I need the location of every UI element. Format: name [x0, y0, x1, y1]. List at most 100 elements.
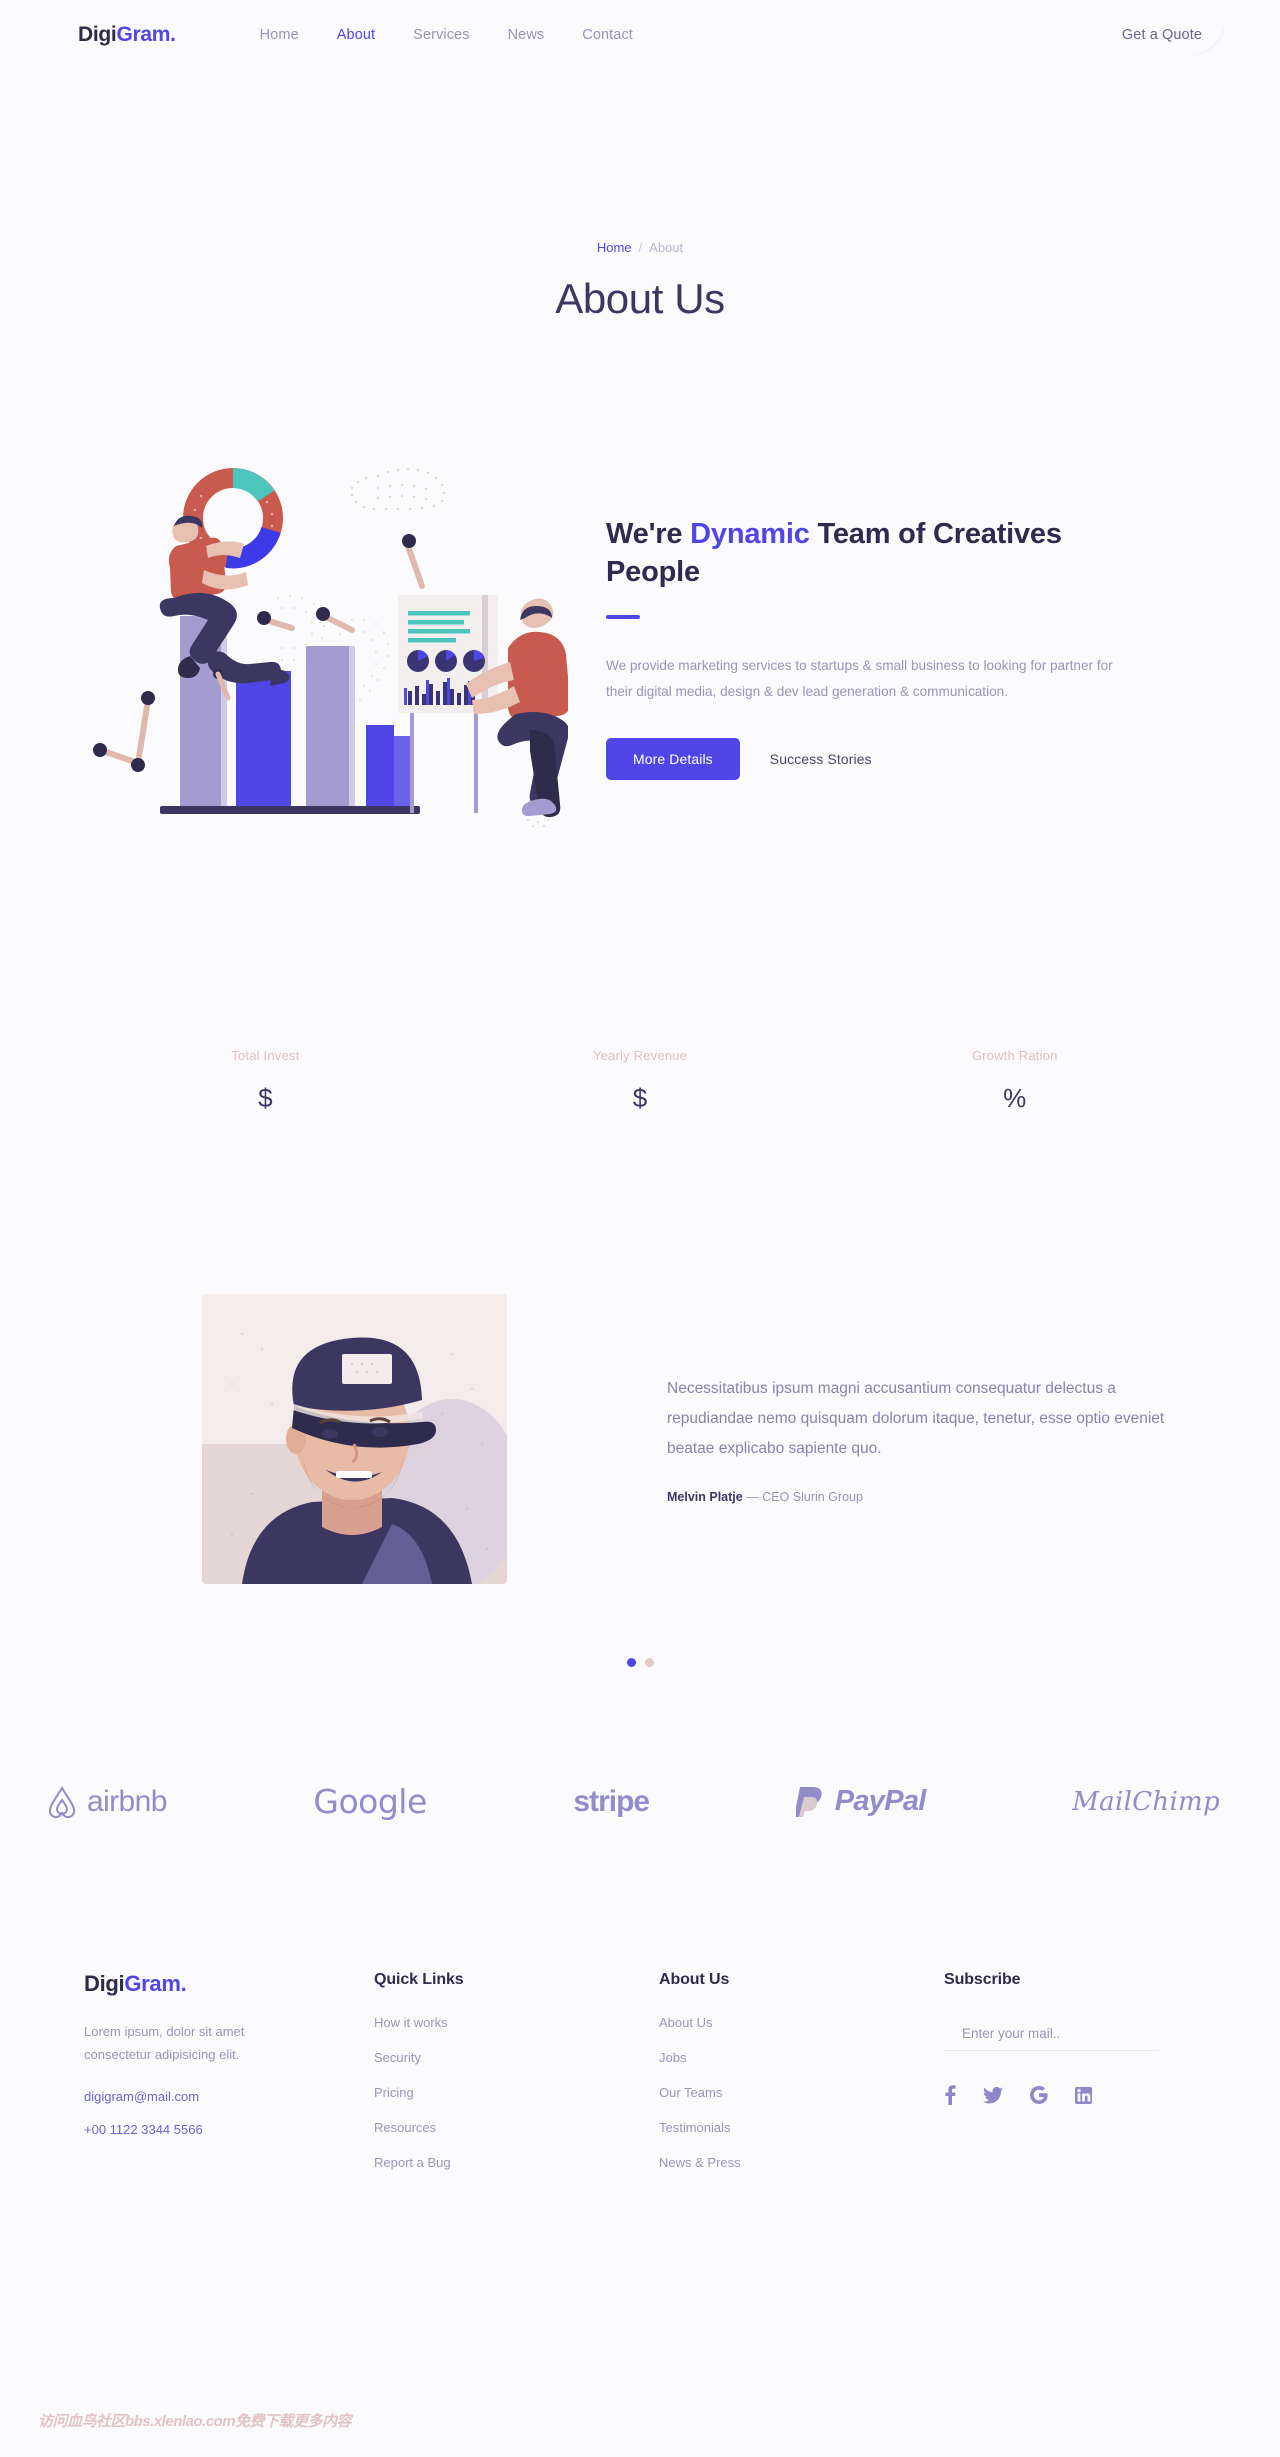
list-item: Pricing	[374, 2084, 659, 2102]
nav-item-about[interactable]: About	[337, 27, 375, 43]
page-title: About Us	[555, 275, 725, 322]
list-item: Testimonials	[659, 2119, 944, 2137]
header-actions: Get a Quote	[1122, 27, 1225, 56]
footer-link-report-a-bug[interactable]: Report a Bug	[374, 2155, 451, 2170]
footer-about-column: About Us About Us Jobs Our Teams Testimo…	[659, 1971, 944, 2189]
footer-social-links	[944, 2085, 1194, 2105]
nav-item-news[interactable]: News	[508, 27, 545, 43]
list-item: Report a Bug	[374, 2154, 659, 2172]
watermark-text: 访问血鸟社区bbs.xlenlao.com免费下载更多内容	[38, 2413, 352, 2430]
hero-title: We're Dynamic Team of Creatives People	[606, 516, 1130, 590]
list-item: Security	[374, 2049, 659, 2067]
list-item: Resources	[374, 2119, 659, 2137]
testimonial-body: Necessitatibus ipsum magni accusantium c…	[527, 1374, 1202, 1505]
footer-logo[interactable]: DigiGram.	[84, 1971, 374, 1997]
list-item: Jobs	[659, 2049, 944, 2067]
linkedin-icon[interactable]	[1075, 2086, 1092, 2104]
nav-item-home[interactable]: Home	[260, 27, 299, 43]
stat-label: Yearly Revenue	[592, 1048, 688, 1063]
page-root: DigiGram. Home About Services News Conta…	[0, 0, 1280, 2430]
footer-link-security[interactable]: Security	[374, 2050, 421, 2065]
more-details-button[interactable]: More Details	[606, 737, 740, 780]
footer-link-our-teams[interactable]: Our Teams	[659, 2085, 722, 2100]
hero-actions: More Details Success Stories	[606, 737, 1130, 780]
footer-link-jobs[interactable]: Jobs	[659, 2050, 686, 2065]
footer-quick-links-column: Quick Links How it works Security Pricin…	[374, 1971, 659, 2189]
main-navigation: Home About Services News Contact	[260, 27, 633, 43]
facebook-icon[interactable]	[944, 2085, 956, 2105]
hero-title-accent: Dynamic	[690, 518, 810, 551]
list-item: News & Press	[659, 2154, 944, 2172]
testimonial-quote: Necessitatibus ipsum magni accusantium c…	[667, 1379, 1165, 1458]
breadcrumb-home[interactable]: Home	[597, 240, 632, 255]
portrait-photo	[202, 1294, 507, 1584]
footer-description: Lorem ipsum, dolor sit amet consectetur …	[84, 2024, 245, 2062]
decorative-swirl-icon	[1193, 28, 1225, 56]
footer-link-resources[interactable]: Resources	[374, 2120, 436, 2135]
carousel-dot-2[interactable]	[644, 1658, 654, 1667]
footer-link-news-press[interactable]: News & Press	[659, 2155, 741, 2170]
brand-logos-row: airbnb Google stripe PayPal MailChimp	[0, 1667, 1280, 1821]
brand-label: airbnb	[87, 1784, 167, 1818]
stat-label: Growth Ration	[971, 1048, 1058, 1063]
stat-growth-ration: Growth Ration %	[827, 1048, 1202, 1114]
hero-section: We're Dynamic Team of Creatives People W…	[0, 323, 1280, 848]
airbnb-icon	[48, 1785, 76, 1818]
paypal-icon	[795, 1786, 822, 1817]
stat-yearly-revenue: Yearly Revenue $	[453, 1048, 828, 1114]
footer-link-how-it-works[interactable]: How it works	[374, 2015, 448, 2030]
footer-subscribe-column: Subscribe	[944, 1971, 1194, 2189]
logo-prefix: Digi	[78, 23, 117, 46]
logo-accent: Gram.	[116, 23, 176, 46]
brand-paypal: PayPal	[795, 1785, 927, 1819]
footer-about-heading: About Us	[659, 1971, 730, 1988]
footer-about-list: About Us Jobs Our Teams Testimonials New…	[659, 2014, 944, 2172]
stat-value: $	[258, 1083, 273, 1113]
site-footer: DigiGram. Lorem ipsum, dolor sit amet co…	[0, 1821, 1280, 2189]
google-icon[interactable]	[1030, 2086, 1048, 2104]
hero-divider	[606, 614, 640, 619]
site-logo[interactable]: DigiGram.	[78, 23, 176, 47]
stat-value: $	[632, 1083, 648, 1113]
footer-email[interactable]: digigram@mail.com	[84, 2089, 374, 2104]
brand-mailchimp: MailChimp	[1072, 1786, 1220, 1817]
footer-logo-prefix: Digi	[84, 1971, 125, 1996]
nav-item-contact[interactable]: Contact	[582, 27, 633, 43]
hero-title-part1: We're	[606, 518, 691, 551]
brand-google: Google	[313, 1782, 427, 1821]
carousel-dot-1[interactable]	[626, 1658, 636, 1667]
success-stories-button[interactable]: Success Stories	[770, 751, 872, 767]
footer-brand-column: DigiGram. Lorem ipsum, dolor sit amet co…	[84, 1971, 374, 2189]
breadcrumb-current: About	[649, 240, 684, 255]
testimonial-avatar	[202, 1294, 507, 1584]
stats-section: Total Invest $ Yearly Revenue $ Growth R…	[0, 848, 1280, 1114]
list-item: About Us	[659, 2014, 944, 2032]
stat-label: Total Invest	[231, 1048, 300, 1063]
breadcrumb-separator: /	[638, 240, 643, 255]
testimonial-author-name: Melvin Platje	[667, 1490, 743, 1505]
stat-total-invest: Total Invest $	[78, 1048, 453, 1114]
nav-item-services[interactable]: Services	[413, 27, 469, 43]
hero-illustration	[78, 448, 571, 848]
subscribe-email-input[interactable]	[944, 2022, 1159, 2051]
footer-link-testimonials[interactable]: Testimonials	[659, 2120, 731, 2135]
footer-logo-accent: Gram.	[124, 1971, 187, 1996]
brand-stripe: stripe	[573, 1784, 650, 1818]
list-item: How it works	[374, 2014, 659, 2032]
site-header: DigiGram. Home About Services News Conta…	[0, 0, 1280, 70]
footer-link-pricing[interactable]: Pricing	[374, 2085, 414, 2100]
hero-copy: We're Dynamic Team of Creatives People W…	[590, 516, 1130, 780]
twitter-icon[interactable]	[983, 2086, 1003, 2104]
data-analytics-illustration	[93, 467, 571, 827]
footer-link-about-us[interactable]: About Us	[659, 2015, 712, 2030]
brand-airbnb: airbnb	[46, 1785, 167, 1819]
brand-label: PayPal	[834, 1785, 927, 1817]
breadcrumb: Home / About	[0, 240, 1280, 255]
footer-phone[interactable]: +00 1122 3344 5566	[84, 2122, 374, 2137]
page-header-block: Home / About About Us	[0, 70, 1280, 323]
hero-paragraph: We provide marketing services to startup…	[606, 657, 1113, 700]
list-item: Our Teams	[659, 2084, 944, 2102]
testimonial-author-role: CEO Slurin Group	[762, 1490, 863, 1505]
footer-quick-links-heading: Quick Links	[374, 1971, 464, 1988]
stat-value: %	[1003, 1083, 1027, 1113]
